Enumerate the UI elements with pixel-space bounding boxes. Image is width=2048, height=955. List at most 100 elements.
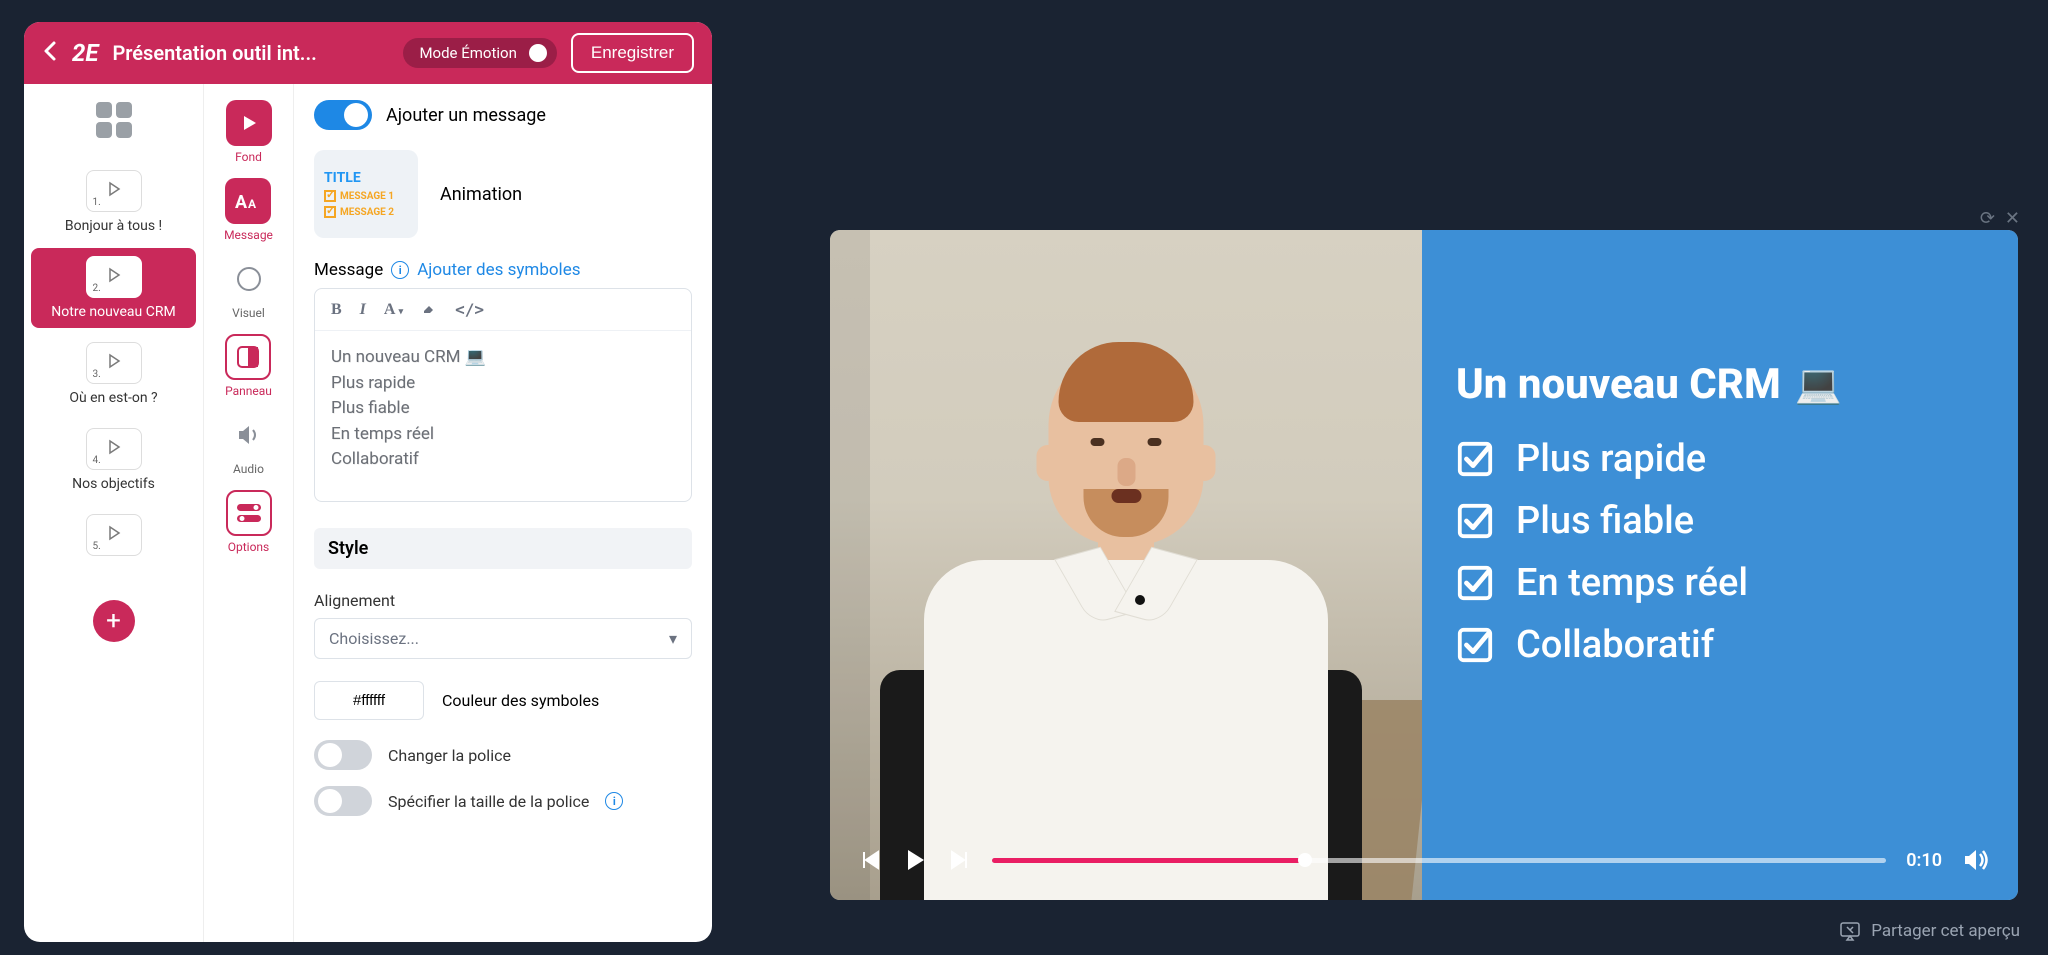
bullet-4: Collaboratif — [1456, 623, 1984, 667]
alignment-select[interactable]: Choisissez... ▾ — [314, 618, 692, 659]
animation-row: TITLE MESSAGE 1 MESSAGE 2 Animation — [314, 150, 692, 238]
svg-text:A: A — [235, 192, 248, 212]
text-color-button[interactable]: A ▾ — [384, 301, 403, 319]
color-label: Couleur des symboles — [442, 691, 599, 710]
check-icon — [1456, 626, 1494, 664]
play-icon — [106, 181, 122, 201]
editor-toolbar: B I A ▾ </> — [315, 289, 691, 331]
editor-body[interactable]: Un nouveau CRM 💻 Plus rapide Plus fiable… — [315, 331, 691, 501]
presenter-figure — [906, 320, 1346, 900]
italic-button[interactable]: I — [360, 301, 366, 319]
alignment-label: Alignement — [314, 591, 692, 610]
message-label-row: Message i Ajouter des symboles — [314, 260, 692, 280]
lapel-mic-icon — [1135, 595, 1145, 605]
time-display: 0:10 — [1906, 850, 1942, 871]
tab-panneau[interactable]: Panneau — [225, 334, 272, 398]
logo: 2E — [72, 39, 98, 67]
panel-icon — [225, 334, 271, 380]
style-section: Style Alignement Choisissez... ▾ Couleur… — [314, 528, 692, 816]
volume-button[interactable] — [1962, 846, 1990, 874]
font-change-row: Changer la police — [314, 740, 692, 770]
font-change-toggle[interactable] — [314, 740, 372, 770]
add-slide-button[interactable]: + — [93, 600, 135, 642]
tab-options[interactable]: Options — [226, 490, 272, 554]
slide-overlay: Un nouveau CRM 💻 Plus rapide Plus fiable… — [1422, 230, 2018, 900]
mode-dot — [529, 44, 547, 62]
play-button[interactable] — [902, 847, 928, 873]
eraser-button[interactable] — [421, 299, 437, 320]
panel-body: 1. Bonjour à tous ! 2. Notre nouveau CRM… — [24, 84, 712, 942]
slide-label: Bonjour à tous ! — [35, 218, 192, 234]
progress-bar[interactable] — [992, 858, 1886, 863]
add-message-toggle[interactable] — [314, 100, 372, 130]
share-preview-link[interactable]: Partager cet aperçu — [1839, 921, 2020, 941]
text-icon: AA — [225, 178, 271, 224]
top-bar: 2E Présentation outil int... Mode Émotio… — [24, 22, 712, 84]
bullet-3: En temps réel — [1456, 561, 1984, 605]
slides-column: 1. Bonjour à tous ! 2. Notre nouveau CRM… — [24, 84, 204, 942]
add-symbols-link[interactable]: Ajouter des symboles — [417, 260, 580, 280]
bold-button[interactable]: B — [331, 301, 342, 319]
tab-message[interactable]: AA Message — [224, 178, 273, 242]
font-size-row: Spécifier la taille de la police i — [314, 786, 692, 816]
laptop-icon: 💻 — [1795, 363, 1842, 407]
tab-fond[interactable]: Fond — [226, 100, 272, 164]
share-icon — [1839, 921, 1861, 941]
back-button[interactable] — [42, 39, 58, 67]
font-size-toggle[interactable] — [314, 786, 372, 816]
info-icon[interactable]: i — [391, 261, 409, 279]
slide-label: Où en est-on ? — [35, 390, 192, 406]
message-label: Message — [314, 260, 383, 280]
save-button[interactable]: Enregistrer — [571, 33, 694, 73]
animation-label: Animation — [440, 184, 522, 205]
play-icon — [106, 353, 122, 373]
mode-label: Mode Émotion — [419, 44, 516, 62]
refresh-icon[interactable]: ⟳ — [1980, 208, 1995, 229]
animation-preview-card[interactable]: TITLE MESSAGE 1 MESSAGE 2 — [314, 150, 418, 238]
moon-icon — [226, 256, 272, 302]
code-button[interactable]: </> — [455, 300, 484, 319]
document-title: Présentation outil int... — [112, 41, 389, 65]
slide-item-3[interactable]: 3. Où en est-on ? — [31, 334, 196, 414]
mode-toggle[interactable]: Mode Émotion — [403, 38, 556, 68]
play-icon — [106, 267, 122, 287]
info-icon[interactable]: i — [605, 792, 623, 810]
chevron-down-icon: ▾ — [669, 629, 677, 648]
editor-panel: 2E Présentation outil int... Mode Émotio… — [24, 22, 712, 942]
slide-item-4[interactable]: 4. Nos objectifs — [31, 420, 196, 500]
tab-audio[interactable]: Audio — [226, 412, 272, 476]
video-frame — [830, 230, 1422, 900]
add-message-row: Ajouter un message — [314, 100, 692, 130]
preview-window-controls: ⟳ ✕ — [1980, 208, 2020, 229]
slide-item-5[interactable]: 5. — [31, 506, 196, 570]
rich-text-editor: B I A ▾ </> Un nouveau CRM 💻 Plus rapide… — [314, 288, 692, 502]
slide-label: Nos objectifs — [35, 476, 192, 492]
check-icon — [1456, 502, 1494, 540]
sliders-icon — [226, 490, 272, 536]
play-icon — [226, 100, 272, 146]
play-icon — [106, 525, 122, 545]
check-icon — [1456, 564, 1494, 602]
symbol-color-row: Couleur des symboles — [314, 681, 692, 720]
style-header: Style — [314, 528, 692, 569]
tabs-column: Fond AA Message Visuel Panneau Audio Opt… — [204, 84, 294, 942]
check-icon — [1456, 440, 1494, 478]
grid-view-icon[interactable] — [96, 102, 132, 138]
slide-title: Un nouveau CRM 💻 — [1456, 360, 1984, 409]
slide-item-2[interactable]: 2. Notre nouveau CRM — [31, 248, 196, 328]
prev-button[interactable] — [858, 848, 882, 872]
close-icon[interactable]: ✕ — [2005, 208, 2020, 229]
content-column: Ajouter un message TITLE MESSAGE 1 MESSA… — [294, 84, 712, 942]
bullet-2: Plus fiable — [1456, 499, 1984, 543]
tab-visuel[interactable]: Visuel — [226, 256, 272, 320]
speaker-icon — [226, 412, 272, 458]
color-input[interactable] — [314, 681, 424, 720]
slide-label: Notre nouveau CRM — [35, 304, 192, 320]
video-preview: Un nouveau CRM 💻 Plus rapide Plus fiable… — [830, 230, 2018, 900]
video-controls: 0:10 — [830, 820, 2018, 900]
next-button[interactable] — [948, 848, 972, 872]
bullet-1: Plus rapide — [1456, 437, 1984, 481]
add-message-label: Ajouter un message — [386, 105, 546, 126]
svg-text:A: A — [248, 197, 257, 211]
slide-item-1[interactable]: 1. Bonjour à tous ! — [31, 162, 196, 242]
